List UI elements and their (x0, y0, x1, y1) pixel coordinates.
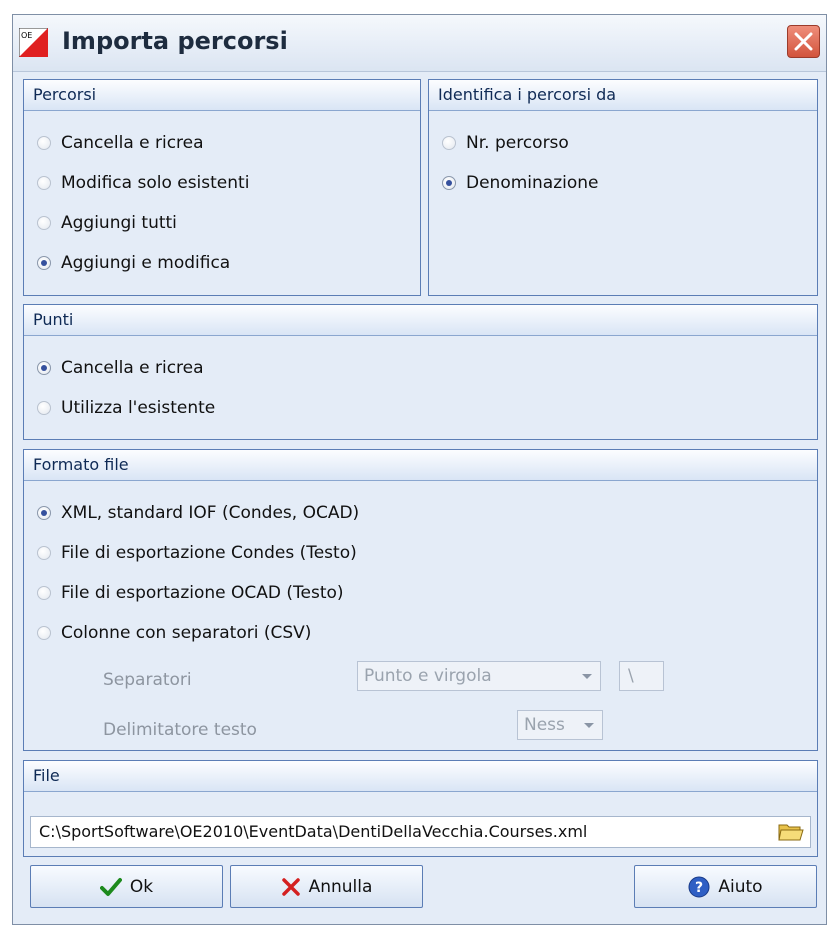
radio-button[interactable] (37, 586, 51, 600)
svg-text:?: ? (695, 880, 703, 896)
chevron-down-icon (584, 723, 594, 728)
help-button[interactable]: ? Aiuto (634, 865, 817, 908)
file-path-input[interactable]: C:\SportSoftware\OE2010\EventData\DentiD… (30, 816, 811, 848)
radio-label: Denominazione (466, 173, 599, 193)
radio-formato-xml[interactable]: XML, standard IOF (Condes, OCAD) (37, 502, 359, 524)
radio-label: Cancella e ricrea (61, 358, 204, 378)
folder-open-icon[interactable] (778, 821, 804, 843)
radio-button-checked[interactable] (442, 176, 456, 190)
title-bar: OE Importa percorsi (13, 15, 826, 72)
chevron-down-icon (582, 674, 592, 679)
radio-button[interactable] (37, 401, 51, 415)
import-courses-dialog: OE Importa percorsi Percorsi Cancella e … (12, 14, 827, 925)
oe-logo-icon: OE (19, 28, 48, 57)
radio-button-checked[interactable] (37, 506, 51, 520)
radio-formato-condes[interactable]: File di esportazione Condes (Testo) (37, 542, 357, 564)
radio-button-checked[interactable] (37, 256, 51, 270)
group-identifica-header: Identifica i percorsi da (429, 80, 817, 111)
radio-button[interactable] (37, 626, 51, 640)
radio-label: Modifica solo esistenti (61, 173, 250, 193)
radio-button-checked[interactable] (37, 361, 51, 375)
radio-button[interactable] (37, 546, 51, 560)
radio-label: Utilizza l'esistente (61, 398, 216, 418)
group-percorsi-header: Percorsi (24, 80, 420, 111)
group-punti: Punti Cancella e ricrea Utilizza l'esist… (23, 304, 818, 440)
radio-punti-cancella[interactable]: Cancella e ricrea (37, 357, 204, 379)
cancel-button-label: Annulla (308, 876, 373, 897)
separatori-extra-value: \ (628, 666, 634, 686)
close-button[interactable] (787, 25, 820, 58)
group-punti-header: Punti (24, 305, 817, 336)
separatori-extra-input[interactable]: \ (619, 661, 664, 691)
radio-label: Aggiungi e modifica (61, 253, 231, 273)
radio-formato-csv[interactable]: Colonne con separatori (CSV) (37, 622, 311, 644)
group-identifica: Identifica i percorsi da Nr. percorso De… (428, 79, 818, 296)
delimitatore-label: Delimitatore testo (103, 720, 257, 740)
group-percorsi: Percorsi Cancella e ricrea Modifica solo… (23, 79, 421, 296)
radio-label: File di esportazione OCAD (Testo) (61, 583, 344, 603)
help-button-label: Aiuto (718, 876, 763, 897)
separatori-value: Punto e virgola (364, 666, 492, 686)
radio-label: File di esportazione Condes (Testo) (61, 543, 357, 563)
radio-percorsi-aggiungi-modifica[interactable]: Aggiungi e modifica (37, 252, 230, 274)
ok-button-label: Ok (129, 876, 154, 897)
delimitatore-select[interactable]: Ness (517, 710, 603, 740)
radio-nr-percorso[interactable]: Nr. percorso (442, 132, 569, 154)
radio-percorsi-modifica[interactable]: Modifica solo esistenti (37, 172, 249, 194)
group-formato-header: Formato file (24, 450, 817, 481)
radio-button[interactable] (37, 136, 51, 150)
radio-formato-ocad[interactable]: File di esportazione OCAD (Testo) (37, 582, 344, 604)
cancel-x-icon (281, 877, 301, 897)
radio-label: XML, standard IOF (Condes, OCAD) (61, 503, 360, 523)
radio-label: Nr. percorso (466, 133, 569, 153)
help-icon: ? (688, 876, 710, 898)
radio-label: Cancella e ricrea (61, 133, 204, 153)
svg-text:OE: OE (21, 31, 32, 40)
delimitatore-value: Ness (524, 715, 565, 735)
radio-percorsi-cancella[interactable]: Cancella e ricrea (37, 132, 204, 154)
radio-punti-utilizza[interactable]: Utilizza l'esistente (37, 397, 215, 419)
ok-button[interactable]: Ok (30, 865, 223, 908)
radio-button[interactable] (37, 176, 51, 190)
window-title: Importa percorsi (62, 27, 288, 55)
radio-button[interactable] (37, 216, 51, 230)
radio-denominazione[interactable]: Denominazione (442, 172, 598, 194)
close-icon (794, 32, 813, 51)
radio-label: Colonne con separatori (CSV) (61, 623, 312, 643)
group-file-header: File (24, 761, 817, 792)
separatori-select[interactable]: Punto e virgola (357, 661, 601, 691)
file-path-value: C:\SportSoftware\OE2010\EventData\DentiD… (39, 822, 588, 841)
separatori-label: Separatori (103, 670, 192, 690)
group-formato-file: Formato file XML, standard IOF (Condes, … (23, 449, 818, 751)
checkmark-icon (99, 877, 122, 897)
cancel-button[interactable]: Annulla (230, 865, 423, 908)
radio-label: Aggiungi tutti (61, 213, 177, 233)
radio-button[interactable] (442, 136, 456, 150)
radio-percorsi-aggiungi-tutti[interactable]: Aggiungi tutti (37, 212, 177, 234)
